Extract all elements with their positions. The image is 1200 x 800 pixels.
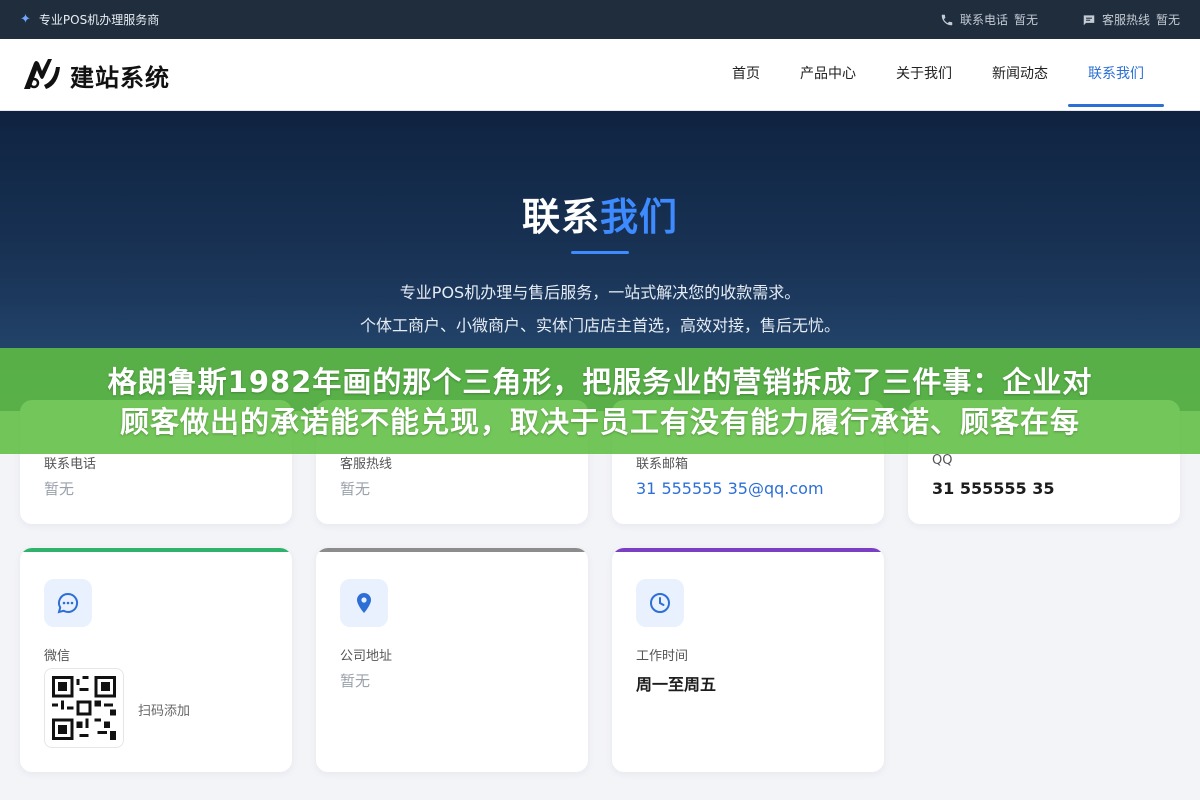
card-phone-label: 联系电话: [44, 457, 97, 472]
top-phone[interactable]: 联系电话 暂无: [940, 11, 1038, 28]
banner-line2: 顾客做出的承诺能不能兑现，取决于员工有没有能力履行承诺、顾客在每: [119, 405, 1080, 439]
card-address-label: 公司地址: [340, 649, 393, 664]
page-title-part1: 联系: [521, 195, 600, 239]
contact-card-hours: 工作时间 周一至周五: [612, 548, 884, 772]
card-wechat-label: 微信: [44, 649, 71, 664]
hero-subtitle-line1: 专业POS机办理与售后服务，一站式解决您的收款需求。: [399, 283, 801, 302]
card-address-accent: [316, 548, 588, 552]
nav-item-news[interactable]: 新闻动态: [972, 39, 1068, 111]
card-email-value[interactable]: 31 555555 35@qq.com: [636, 479, 824, 498]
hero-subtitle-line2: 个体工商户、小微商户、实体门店店主首选，高效对接，售后无忧。: [359, 316, 840, 335]
card-hotline-value: 暂无: [340, 480, 371, 498]
sparkle-icon: ✦: [20, 12, 31, 27]
site-logo[interactable]: 建站系统: [20, 55, 170, 95]
card-email-label: 联系邮箱: [636, 457, 689, 472]
nav-item-about[interactable]: 关于我们: [876, 39, 972, 111]
nav-item-products[interactable]: 产品中心: [780, 39, 876, 111]
card-wechat-hint: 扫码添加: [138, 704, 191, 719]
card-wechat-accent: [20, 548, 292, 552]
card-hotline-label: 客服热线: [340, 457, 393, 472]
qr-code-icon: [52, 676, 116, 740]
top-hotline[interactable]: 客服热线 暂无: [1082, 11, 1180, 28]
nav-item-home[interactable]: 首页: [712, 39, 780, 111]
clock-icon: [636, 579, 684, 627]
card-address-value: 暂无: [340, 672, 371, 690]
top-hotline-label: 客服热线: [1101, 13, 1150, 27]
location-pin-icon: [340, 579, 388, 627]
card-hours-value: 周一至周五: [636, 675, 717, 694]
logo-text: 建站系统: [70, 63, 170, 92]
top-bar: ✦ 专业POS机办理服务商 联系电话 暂无 客服热线 暂无: [0, 0, 1200, 39]
overlay-banner: 格朗鲁斯1982年画的那个三角形，把服务业的营销拆成了三件事：企业对 顾客做出的…: [0, 348, 1200, 454]
top-phone-label: 联系电话: [959, 13, 1008, 27]
site-header: 建站系统 首页 产品中心 关于我们 新闻动态 联系我们: [0, 39, 1200, 111]
page-title: 联系我们: [0, 186, 1200, 241]
message-icon: [1083, 14, 1095, 25]
page-title-part2: 我们: [600, 195, 679, 239]
title-underline: [571, 251, 629, 254]
contact-card-address: 公司地址 暂无: [316, 548, 588, 772]
main-nav: 首页 产品中心 关于我们 新闻动态 联系我们: [712, 39, 1164, 111]
card-hours-accent: [612, 548, 884, 552]
top-hotline-value: 暂无: [1155, 13, 1180, 27]
phone-icon: [941, 14, 953, 25]
contact-card-wechat: 微信 扫码添加: [20, 548, 292, 772]
top-bar-brand: ✦ 专业POS机办理服务商: [20, 11, 159, 28]
wechat-qr-code: [44, 668, 124, 748]
logo-mark-icon: [24, 59, 60, 89]
card-qq-value: 31 555555 35: [932, 479, 1055, 498]
card-phone-value: 暂无: [44, 480, 75, 498]
card-qq-label: QQ: [932, 453, 953, 468]
card-hours-label: 工作时间: [636, 649, 689, 664]
nav-item-contact[interactable]: 联系我们: [1068, 39, 1164, 111]
chat-icon: [44, 579, 92, 627]
banner-text: 格朗鲁斯1982年画的那个三角形，把服务业的营销拆成了三件事：企业对 顾客做出的…: [0, 362, 1200, 442]
top-bar-brand-text: 专业POS机办理服务商: [38, 13, 160, 27]
banner-line1: 格朗鲁斯1982年画的那个三角形，把服务业的营销拆成了三件事：企业对: [107, 365, 1093, 399]
top-phone-value: 暂无: [1013, 13, 1038, 27]
